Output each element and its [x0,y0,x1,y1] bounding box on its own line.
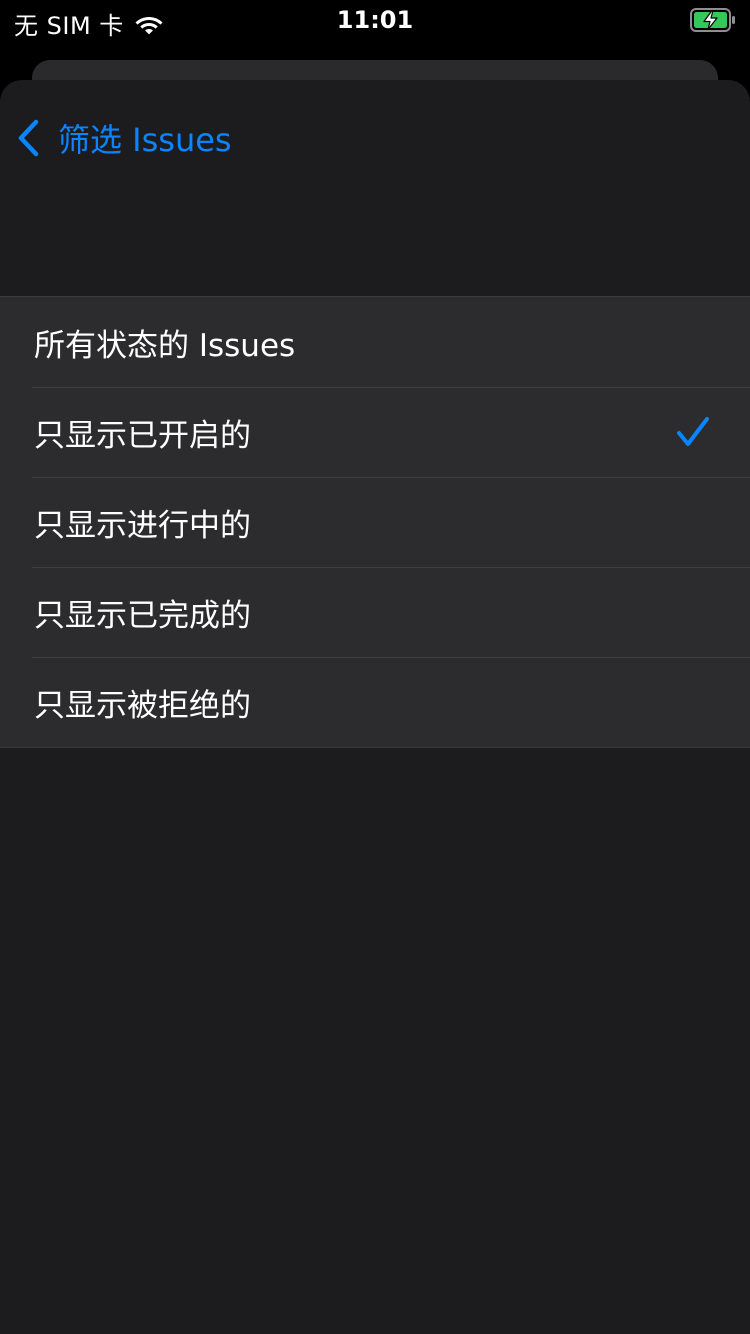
filter-options-list: 所有状态的 Issues 只显示已开启的 只显示进行中的 只显示已完成的 只显示… [0,296,750,748]
filter-option-label: 只显示已完成的 [34,597,251,634]
battery-charging-icon [690,8,735,32]
back-button[interactable]: 筛选 Issues [16,118,232,159]
chevron-left-icon [18,119,39,157]
filter-option-open[interactable]: 只显示已开启的 [0,387,750,477]
filter-option-label: 只显示被拒绝的 [34,687,251,724]
checkmark-icon [677,417,709,446]
filter-option-label: 所有状态的 Issues [34,327,296,364]
filter-sheet: 筛选 Issues 所有状态的 Issues 只显示已开启的 只显示进行中的 只… [0,80,750,1334]
filter-option-rejected[interactable]: 只显示被拒绝的 [0,657,750,747]
filter-option-label: 只显示已开启的 [34,417,251,454]
filter-option-completed[interactable]: 只显示已完成的 [0,567,750,657]
back-button-label: 筛选 Issues [58,121,232,159]
filter-option-label: 只显示进行中的 [34,507,251,544]
filter-option-in-progress[interactable]: 只显示进行中的 [0,477,750,567]
filter-option-all[interactable]: 所有状态的 Issues [0,297,750,387]
status-bar: 无 SIM 卡 11:01 [0,0,750,40]
status-time: 11:01 [336,6,414,34]
